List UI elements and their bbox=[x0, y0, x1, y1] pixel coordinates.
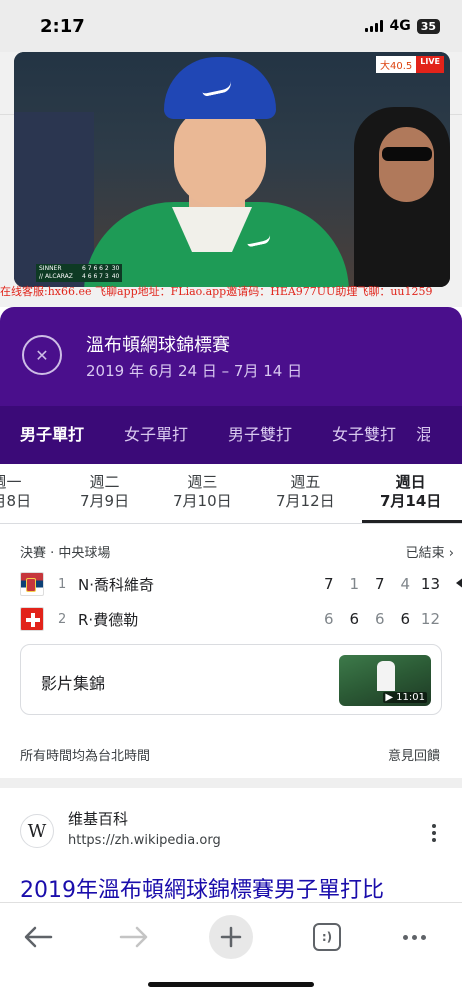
tab-mens-doubles[interactable]: 男子雙打 bbox=[228, 406, 292, 464]
signal-icon bbox=[365, 20, 384, 32]
player-name: N·喬科維奇 bbox=[78, 575, 154, 594]
timezone-note: 所有時間均為台北時間 bbox=[20, 749, 151, 764]
plus-icon bbox=[209, 915, 253, 959]
highlights-label: 影片集錦 bbox=[41, 674, 106, 693]
set-scores: 6 6 6 6 12 bbox=[308, 610, 440, 628]
highlights-card[interactable]: 影片集錦 ▶ 11:01 bbox=[20, 644, 442, 715]
highlights-thumbnail[interactable]: ▶ 11:01 bbox=[339, 655, 431, 706]
serbia-flag-icon bbox=[20, 572, 44, 596]
tournament-dates: 2019 年 6月 24 日 – 7月 14 日 bbox=[86, 362, 303, 380]
day-item[interactable]: 週五 7月12日 bbox=[276, 473, 335, 511]
day-item[interactable]: 週一 7月8日 bbox=[0, 473, 31, 511]
search-result[interactable]: W 维基百科 https://zh.wikipedia.org 2019年溫布頓… bbox=[0, 788, 462, 904]
set-score: 7 bbox=[374, 575, 385, 593]
live-badge: LIVE bbox=[416, 56, 444, 73]
result-title-link[interactable]: 2019年溫布頓網球錦標賽男子單打比 bbox=[20, 872, 384, 904]
back-arrow-icon bbox=[24, 926, 53, 948]
switzerland-flag-icon bbox=[20, 607, 44, 631]
day-item[interactable]: 週二 7月9日 bbox=[80, 473, 129, 511]
tabs-button[interactable]: :) bbox=[305, 915, 349, 959]
battery-icon: 35 bbox=[416, 18, 440, 34]
forward-arrow-icon bbox=[119, 926, 148, 948]
tab-womens-singles[interactable]: 女子單打 bbox=[124, 406, 188, 464]
tab-mens-singles[interactable]: 男子單打 bbox=[20, 406, 84, 464]
tabs-icon: :) bbox=[313, 923, 341, 951]
match-status-link[interactable]: 已結束 › bbox=[406, 542, 454, 561]
player-seed: 1 bbox=[58, 576, 67, 592]
network-label: 4G bbox=[389, 18, 411, 34]
back-button[interactable] bbox=[16, 915, 60, 959]
set-score: 13 bbox=[420, 575, 440, 593]
player-row: 1 N·喬科維奇 7 1 7 4 13 bbox=[20, 570, 462, 598]
winner-arrow-icon bbox=[456, 577, 462, 589]
section-divider bbox=[0, 778, 462, 788]
new-tab-button[interactable] bbox=[209, 915, 253, 959]
floating-video-player[interactable]: 大40.5 LIVE SINNER 6 7 6 6 2 30 // ALCARAZ 4… bbox=[14, 52, 450, 287]
forward-button[interactable] bbox=[112, 915, 156, 959]
more-menu-button[interactable] bbox=[392, 915, 436, 959]
day-item[interactable]: 週三 7月10日 bbox=[173, 473, 232, 511]
tournament-title: 溫布頓網球錦標賽 bbox=[86, 335, 230, 356]
status-icons: 4G 35 bbox=[365, 18, 440, 34]
video-scoreboard: SINNER 6 7 6 6 2 30 // ALCARAZ 4 6 6 7 3 40 bbox=[36, 264, 123, 282]
set-score: 6 bbox=[374, 610, 385, 628]
wimbledon-logo-icon: ✕ bbox=[22, 335, 62, 375]
feedback-link[interactable]: 意見回饋 bbox=[388, 745, 440, 764]
match-round: 決賽 · 中央球場 bbox=[20, 546, 111, 561]
tab-womens-doubles[interactable]: 女子雙打 bbox=[332, 406, 396, 464]
set-score: 4 bbox=[400, 575, 410, 593]
set-score: 12 bbox=[420, 610, 440, 628]
player-seed: 2 bbox=[58, 611, 67, 627]
more-dots-icon bbox=[402, 934, 426, 940]
status-bar: 2:17 4G 35 bbox=[0, 0, 462, 52]
home-indicator bbox=[148, 982, 314, 987]
more-options-icon[interactable] bbox=[432, 824, 436, 845]
result-site-name: 维基百科 bbox=[68, 810, 129, 828]
day-selector: 週一 7月8日 週二 7月9日 週三 7月10日 週五 7月12日 週日 7月1… bbox=[0, 464, 462, 524]
set-score: 6 bbox=[323, 610, 334, 628]
tab-mixed-doubles[interactable]: 混 bbox=[416, 406, 430, 464]
set-score: 6 bbox=[349, 610, 359, 628]
wikipedia-logo-icon: W bbox=[20, 814, 54, 848]
clock: 2:17 bbox=[40, 16, 85, 37]
set-score: 6 bbox=[400, 610, 410, 628]
result-url: https://zh.wikipedia.org bbox=[68, 833, 221, 848]
video-duration: ▶ 11:01 bbox=[383, 692, 427, 703]
selected-day-indicator bbox=[362, 520, 462, 523]
video-ticker-text: 在线客服:hx66.ee 飞聊app地址：FLiao.app邀请码：HEA977… bbox=[0, 285, 433, 298]
set-score: 1 bbox=[349, 575, 359, 593]
event-tabs: 男子單打 女子單打 男子雙打 女子雙打 混 bbox=[0, 406, 462, 464]
day-item-selected[interactable]: 週日 7月14日 bbox=[380, 473, 441, 511]
set-score: 7 bbox=[323, 575, 334, 593]
channel-badge: 大40.5 LIVE bbox=[376, 56, 444, 73]
player-row: 2 R·費德勒 6 6 6 6 12 bbox=[20, 605, 462, 633]
player-name: R·費德勒 bbox=[78, 610, 139, 629]
channel-label: 大40.5 bbox=[376, 56, 417, 73]
set-scores: 7 1 7 4 13 bbox=[308, 575, 440, 593]
